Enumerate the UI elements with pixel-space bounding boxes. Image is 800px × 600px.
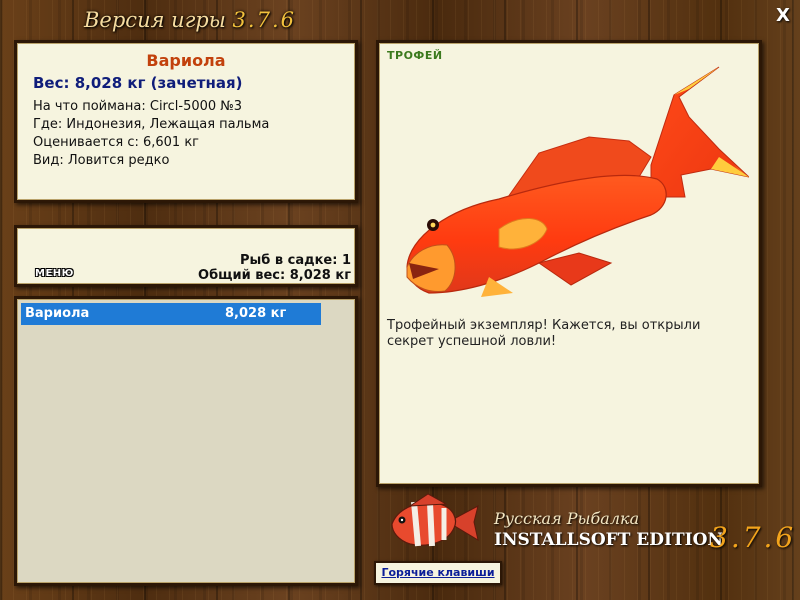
title-version: 3.7.6	[232, 8, 296, 32]
cage-stats: Рыб в садке: 1 Общий вес: 8,028 кг	[198, 253, 351, 283]
catch-list: Вариола 8,028 кг	[14, 296, 358, 586]
hotkeys-button[interactable]: Горячие клавиши	[374, 561, 502, 585]
trophy-description: Трофейный экземпляр! Кажется, вы открыли…	[387, 318, 701, 349]
striped-fish-logo-icon	[391, 493, 479, 547]
fish-weight: Вес: 8,028 кг (зачетная)	[33, 74, 243, 92]
brand-edition: INSTALLSOFT EDITION	[494, 530, 723, 550]
catch-location: Где: Индонезия, Лежащая пальма	[33, 117, 270, 132]
total-weight: Общий вес: 8,028 кг	[198, 268, 351, 283]
game-version-title: Версия игры 3.7.6	[0, 8, 380, 32]
grouper-fish-illustration	[406, 66, 749, 297]
fish-name: Вариола	[146, 51, 226, 70]
list-item[interactable]: Вариола 8,028 кг	[21, 303, 321, 325]
list-item-name: Вариола	[25, 306, 90, 321]
brand-title: Русская Рыбалка	[494, 509, 640, 528]
close-button[interactable]: X	[774, 6, 792, 26]
menu-button[interactable]: МЕНЮ	[35, 268, 74, 279]
title-text: Версия игры	[84, 8, 226, 32]
cage-panel: МЕНЮ Рыб в садке: 1 Общий вес: 8,028 кг	[14, 225, 358, 287]
fish-info-panel: Вариола Вес: 8,028 кг (зачетная) На что …	[14, 40, 358, 203]
trophy-panel: ТРОФЕЙ Трофейный экземпляр! Кажется, вы …	[376, 40, 762, 487]
brand-version: 3.7.6	[710, 521, 797, 554]
rated-from: Оценивается с: 6,601 кг	[33, 135, 200, 150]
fish-count: Рыб в садке: 1	[239, 253, 351, 268]
caught-with: На что поймана: Circl-5000 №3	[33, 99, 243, 114]
list-item-weight: 8,028 кг	[225, 306, 287, 321]
fish-kind: Вид: Ловится редко	[33, 153, 170, 168]
